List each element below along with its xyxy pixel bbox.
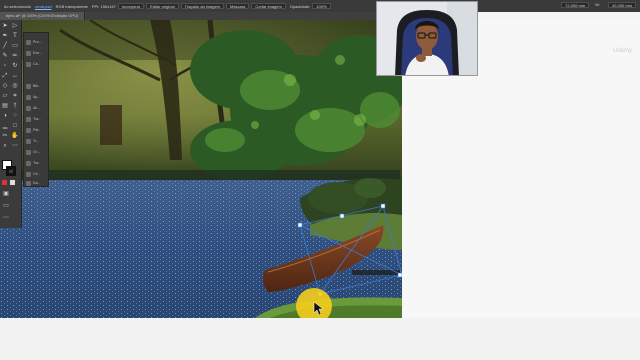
dock-item-label: Da... [33,181,41,185]
swap-colors-icon[interactable] [10,180,15,185]
dock-item-label: Exe... [33,51,43,55]
libraries-icon [26,83,31,89]
perspective-icon[interactable]: ▱ [1,92,9,100]
crop-image-button[interactable]: Cortar imagem [251,3,286,9]
pencil-icon[interactable]: ✏ [11,52,19,60]
hand-icon[interactable]: ✋ [11,132,19,140]
dock-item-layers[interactable]: Ca... [26,59,48,69]
image-trace-button[interactable]: Traçado da imagem [180,3,225,9]
mesh-icon[interactable]: ⌗ [11,92,19,100]
document-tab-label: bjeto.ai* @ 100% (CMYK/Exibição GPU) [6,13,79,18]
color-icon [26,171,31,177]
direct-select-icon[interactable]: ▷ [11,22,19,30]
panel-dock: Pro... Exe... Ca... Bib... Ap... Ali... … [23,32,49,187]
bottom-area [0,318,640,360]
width-icon[interactable]: ↔ [11,72,19,80]
line-icon[interactable]: ╱ [1,42,9,50]
dock-item-transform[interactable]: Tra... [26,114,48,124]
dock-item-label: Ce... [33,172,41,176]
tools-panel: ➤ ▷ ✒ T ╱ ▭ ✎ ✏ ▫ ↻ ⤢ ↔ ◇ ◎ ▱ ⌗ ▤ † ◑ ⁘ … [0,20,22,228]
stroke-swatch[interactable] [6,166,16,176]
dock-item-data[interactable]: Da... [26,178,48,188]
dock-item-label: Ap... [33,95,41,99]
dock-item-label: Ali... [33,106,40,110]
opacity-label: Opacidade: [289,3,311,9]
x-field[interactable]: 72,000 mm [561,2,590,8]
dock-item-label: Tra... [33,117,42,121]
width-label: W: [595,2,600,7]
eraser-icon[interactable]: ▫ [1,62,9,70]
rectangle-icon[interactable]: ▭ [11,42,19,50]
pathfinder-icon [26,127,31,133]
data-icon [26,180,31,186]
color-mode-text: RGB transparente [55,3,88,9]
udemy-watermark: Udemy [612,48,632,54]
placed-image[interactable] [0,20,402,318]
layers-icon [26,61,31,67]
rotate-icon[interactable]: ↻ [11,62,19,70]
selection-status: do selecionado [4,3,31,9]
canvas[interactable] [0,20,402,318]
dock-item-libraries[interactable]: Bib... [26,81,48,91]
control-bar: do selecionado roma.psd RGB transparente… [0,0,640,12]
scale-icon[interactable]: ⤢ [1,72,9,80]
edit-toolbar-icon[interactable]: ⋯ [2,214,10,222]
brush-icon[interactable]: ✎ [1,52,9,60]
shape-builder-icon[interactable]: ◎ [11,82,19,90]
type-icon[interactable]: T [11,32,19,40]
webcam-overlay [376,1,478,76]
dock-item-gradient[interactable]: Gr... [26,147,48,157]
gradient-icon[interactable]: ▤ [1,102,9,110]
dock-item-label: Tr... [33,139,40,143]
artboard-icon[interactable]: □ [11,122,19,130]
ppi-text: PPI: 150x147 [91,3,116,9]
draw-mode-icon[interactable]: ▣ [2,190,10,198]
gradient-icon [26,149,31,155]
document-tab-strip: bjeto.ai* @ 100% (CMYK/Exibição GPU) [0,12,402,20]
appearance-icon [26,50,31,56]
dock-item-align[interactable]: Ali... [26,103,48,113]
transparency-icon [26,160,31,166]
more-tools-icon[interactable]: ⋯ [11,142,19,150]
dock-item-label: Pat... [33,128,42,132]
assets-icon [26,94,31,100]
graph-icon[interactable]: ▁ [1,122,9,130]
properties-icon [26,39,31,45]
transform-icon [26,116,31,122]
dock-item-pathfinder[interactable]: Pat... [26,125,48,135]
select-arrow-icon[interactable]: ➤ [1,22,9,30]
default-colors-icon[interactable] [2,180,7,185]
symbol-sprayer-icon[interactable]: ⁘ [11,112,19,120]
blend-icon[interactable]: ◑ [1,112,9,120]
align-icon [26,105,31,111]
free-transform-icon[interactable]: ◇ [1,82,9,90]
dock-item-assets[interactable]: Ap... [26,92,48,102]
screen-mode-icon[interactable]: ▭ [2,202,10,210]
edit-original-button[interactable]: Editar original [146,3,179,9]
stroke-icon [26,138,31,144]
embed-button[interactable]: Incorporar [117,3,145,9]
dock-item-transparency[interactable]: Tra... [26,158,48,168]
dock-item-label: Ca... [33,62,41,66]
dock-item-appearance[interactable]: Exe... [26,48,48,58]
dock-item-properties[interactable]: Pro... [26,37,48,47]
width-field[interactable]: 42,000 mm [607,2,636,8]
opacity-field[interactable]: 100% [312,3,331,9]
dock-item-label: Pro... [33,40,42,44]
eyedropper-icon[interactable]: † [11,102,19,110]
dock-item-label: Tra... [33,161,42,165]
zoom-icon[interactable]: ⌕ [1,142,9,150]
pen-icon[interactable]: ✒ [1,32,9,40]
document-tab[interactable]: bjeto.ai* @ 100% (CMYK/Exibição GPU) [0,12,86,20]
linked-file-link[interactable]: roma.psd [35,4,52,9]
slice-icon[interactable]: ✂ [1,132,9,140]
dock-item-label: Gr... [33,150,40,154]
mask-button[interactable]: Máscara [226,3,250,9]
dock-item-stroke[interactable]: Tr... [26,136,48,146]
dock-item-label: Bib... [33,84,42,88]
